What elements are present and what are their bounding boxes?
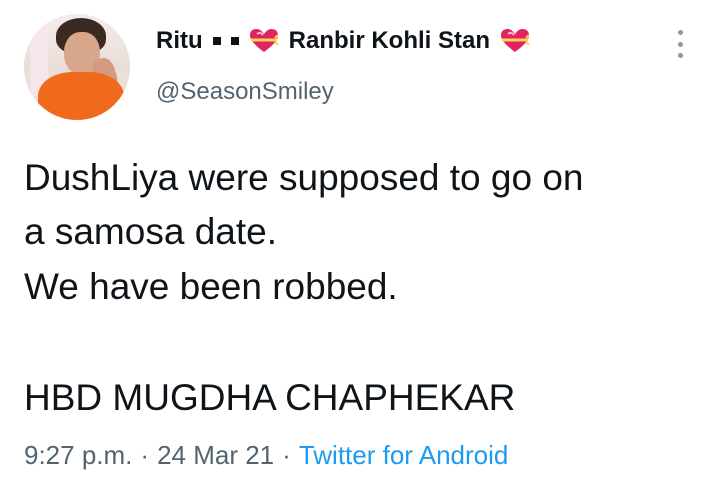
- dot: [677, 41, 683, 47]
- tweet-text-line: a samosa date.: [24, 211, 277, 252]
- dot: [677, 30, 683, 35]
- avatar-shirt: [38, 72, 124, 120]
- tweet-date[interactable]: 24 Mar 21: [157, 440, 274, 471]
- meta-separator: ·: [282, 440, 291, 470]
- meta-separator: ·: [140, 440, 150, 470]
- tweet-text-line: DushLiya were supposed to go on: [24, 157, 584, 198]
- black-square-icon: [212, 37, 221, 45]
- more-vertical-icon[interactable]: [672, 28, 688, 60]
- tweet-text-line: HBD MUGDHA CHAPHEKAR: [24, 377, 516, 418]
- tweet-time[interactable]: 9:27 p.m.: [24, 440, 132, 471]
- tweet-card: Ritu Ranbir Kohli Stan @SeasonSmiley Dus…: [0, 0, 719, 481]
- tweet-meta: 9:27 p.m. · 24 Mar 21 · Twitter for Andr…: [24, 440, 508, 471]
- user-handle[interactable]: @SeasonSmiley: [156, 78, 334, 106]
- tweet-source-link[interactable]: Twitter for Android: [299, 440, 509, 471]
- heart-with-ribbon-icon: [249, 28, 279, 54]
- dot: [677, 53, 683, 58]
- heart-with-ribbon-icon: [500, 28, 530, 54]
- display-name[interactable]: Ritu Ranbir Kohli Stan: [156, 27, 530, 55]
- tweet-text-line: We have been robbed.: [24, 266, 398, 307]
- black-square-icon: [230, 37, 239, 45]
- avatar[interactable]: [24, 14, 130, 120]
- display-name-second: Ranbir Kohli Stan: [288, 27, 490, 54]
- display-name-first: Ritu: [156, 27, 203, 54]
